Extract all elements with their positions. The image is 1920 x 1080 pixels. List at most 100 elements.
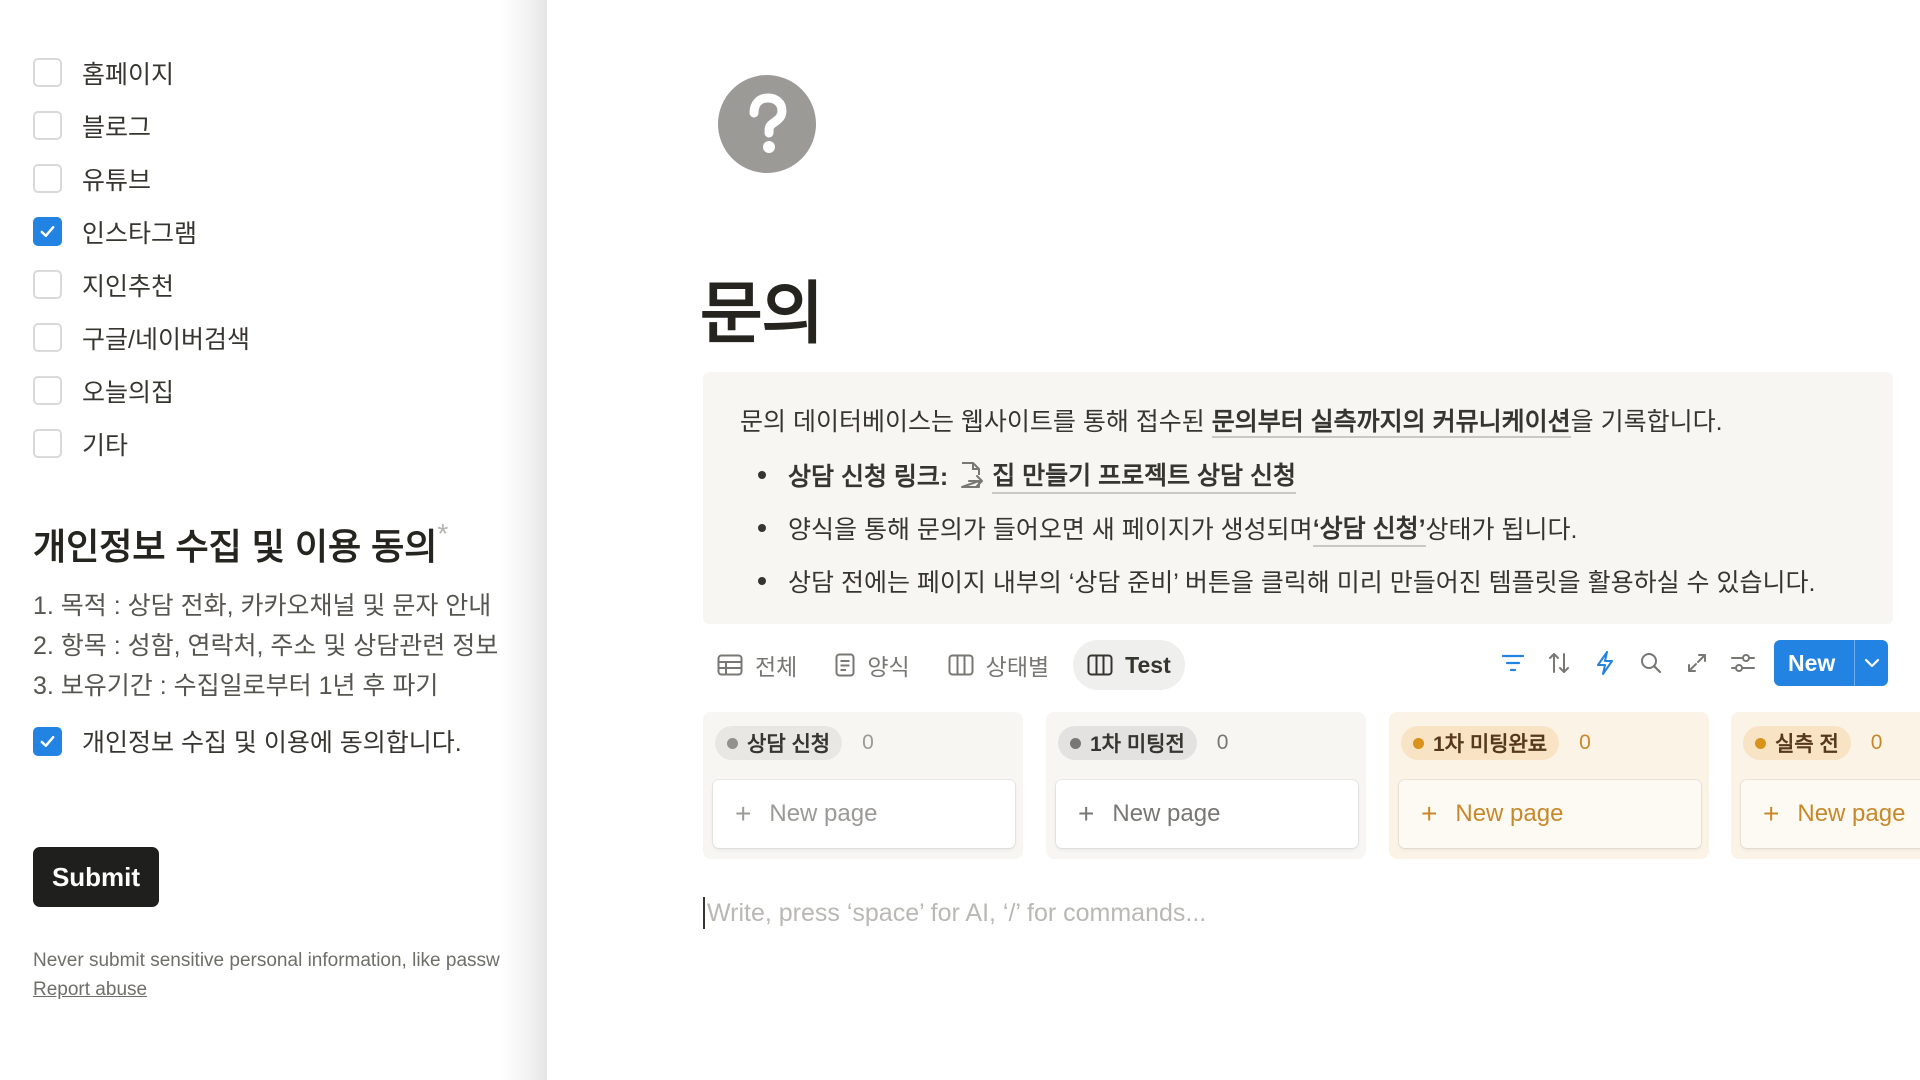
plus-icon: + [1763, 798, 1780, 829]
intro-text: 문의 데이터베이스는 웹사이트를 통해 접수된 [740, 408, 1212, 436]
status-dot [727, 737, 738, 749]
settings-sliders-icon[interactable] [1720, 640, 1766, 686]
agree-option[interactable]: 개인정보 수집 및 이용에 동의합니다. [33, 723, 462, 759]
bullet-text: 양식을 통해 문의가 들어오면 새 페이지가 생성되며 [788, 515, 1313, 544]
checkbox[interactable] [33, 58, 62, 87]
new-page-label: New page [1455, 800, 1564, 827]
checkbox[interactable] [33, 111, 62, 140]
checkbox[interactable] [33, 323, 62, 352]
column-count: 0 [1870, 731, 1883, 754]
tab-test[interactable]: Test [1073, 640, 1185, 690]
tab-by-status[interactable]: 상태별 [934, 640, 1063, 690]
tab-label: Test [1125, 651, 1171, 678]
column-count: 0 [862, 731, 874, 754]
board-column: 상담 신청 0 + New page [703, 712, 1023, 859]
privacy-disclaimer: Never submit sensitive personal informat… [33, 950, 500, 971]
option-instagram[interactable]: 인스타그램 [33, 205, 250, 258]
chevron-down-icon[interactable] [1855, 658, 1888, 668]
option-ohouse[interactable]: 오늘의집 [33, 364, 250, 417]
submit-button[interactable]: Submit [33, 847, 159, 907]
report-abuse-link[interactable]: Report abuse [33, 979, 147, 1001]
checkbox[interactable] [33, 164, 62, 193]
board-column: 실측 전 0 + New page [1731, 712, 1920, 859]
option-label: 지인추천 [82, 272, 175, 301]
board-icon [1087, 654, 1113, 676]
bullet-dot [758, 523, 766, 532]
check-icon [40, 735, 55, 747]
new-page-label: New page [1112, 800, 1221, 827]
option-homepage[interactable]: 홈페이지 [33, 46, 250, 99]
tab-all[interactable]: 전체 [703, 640, 811, 690]
status-label: 실측 전 [1775, 733, 1839, 756]
bullet-label: 상담 신청 링크: [788, 462, 949, 491]
new-page-button[interactable]: + New page [1056, 780, 1358, 848]
option-youtube[interactable]: 유튜브 [33, 152, 250, 205]
status-pill: 실측 전 [1743, 726, 1851, 760]
consent-title-text: 개인정보 수집 및 이용 동의 [33, 526, 438, 567]
bullet-list: 상담 신청 링크: 집 만들기 프로젝트 상담 신청 양식을 통해 문의가 들어… [740, 448, 1815, 607]
bullet-item: 상담 전에는 페이지 내부의 ‘상담 준비’ 버튼을 클릭해 미리 만들어진 템… [740, 554, 1815, 607]
checkbox-checked[interactable] [33, 217, 62, 246]
status-label: 1차 미팅전 [1090, 733, 1185, 756]
new-page-button[interactable]: + New page [1741, 780, 1920, 848]
page-link-icon [958, 461, 984, 489]
callout-block: 문의 데이터베이스는 웹사이트를 통해 접수된 문의부터 실측까지의 커뮤니케이… [703, 372, 1893, 624]
filter-icon[interactable] [1490, 640, 1536, 686]
column-count: 0 [1216, 731, 1229, 754]
question-mark-icon [749, 93, 787, 153]
database-toolbar: New [1490, 640, 1888, 686]
column-count: 0 [1579, 731, 1591, 754]
option-blog[interactable]: 블로그 [33, 99, 250, 152]
automation-bolt-icon[interactable] [1582, 640, 1628, 686]
column-header[interactable]: 1차 미팅완료 0 [1401, 726, 1591, 760]
status-dot [1070, 737, 1081, 749]
status-pill: 상담 신청 [715, 726, 843, 760]
consent-description: 1. 목적 : 상담 전화, 카카오채널 및 문자 안내 2. 항목 : 성함,… [33, 586, 498, 706]
check-icon [40, 225, 55, 238]
plus-icon: + [1421, 798, 1438, 829]
form-panel: 홈페이지 블로그 유튜브 인스타그램 지인추천 구글/네이버검색 오늘의집 기타… [0, 0, 547, 1080]
agree-label: 개인정보 수집 및 이용에 동의합니다. [82, 729, 462, 757]
sort-icon[interactable] [1536, 640, 1582, 686]
editor-placeholder[interactable]: Write, press ‘space’ for AI, ‘/’ for com… [703, 897, 1206, 929]
plus-icon: + [735, 798, 752, 829]
consent-title: 개인정보 수집 및 이용 동의* [33, 518, 448, 570]
bullet-text: 상태가 됩니다. [1425, 515, 1578, 544]
view-tabs: 전체 양식 상태별 Test [703, 640, 1195, 690]
board-column: 1차 미팅완료 0 + New page [1389, 712, 1709, 859]
required-mark: * [437, 518, 449, 549]
new-button[interactable]: New [1774, 640, 1888, 686]
question-circle-icon[interactable] [718, 75, 816, 173]
consent-line: 1. 목적 : 상담 전화, 카카오채널 및 문자 안내 [33, 592, 492, 620]
checkbox[interactable] [33, 376, 62, 405]
board-column: 1차 미팅전 0 + New page [1046, 712, 1366, 859]
new-page-button[interactable]: + New page [713, 780, 1015, 848]
checkbox[interactable] [33, 429, 62, 458]
board-icon [948, 654, 974, 676]
tab-form[interactable]: 양식 [821, 640, 923, 690]
column-header[interactable]: 실측 전 0 [1743, 726, 1882, 760]
form-icon [835, 653, 855, 677]
consultation-link[interactable]: 집 만들기 프로젝트 상담 신청 [992, 456, 1297, 494]
status-pill: 1차 미팅완료 [1401, 726, 1560, 760]
column-header[interactable]: 상담 신청 0 [715, 726, 874, 760]
bullet-dot [758, 576, 766, 585]
column-header[interactable]: 1차 미팅전 0 [1058, 726, 1228, 760]
checkbox[interactable] [33, 270, 62, 299]
intro-highlight: 문의부터 실측까지의 커뮤니케이션 [1211, 408, 1571, 438]
plus-icon: + [1078, 798, 1095, 829]
option-referral[interactable]: 지인추천 [33, 258, 250, 311]
new-page-label: New page [1797, 800, 1906, 827]
agree-checkbox[interactable] [33, 726, 62, 756]
panel-shadow [500, 0, 547, 1080]
option-other[interactable]: 기타 [33, 417, 250, 470]
expand-icon[interactable] [1674, 640, 1720, 686]
new-page-button[interactable]: + New page [1399, 780, 1701, 848]
bullet-dot [758, 470, 766, 479]
search-icon[interactable] [1628, 640, 1674, 686]
consent-line: 3. 보유기간 : 수집일로부터 1년 후 파기 [33, 672, 439, 700]
bullet-text: 상담 전에는 페이지 내부의 ‘상담 준비’ 버튼을 클릭해 미리 만들어진 템… [788, 568, 1816, 597]
page-title[interactable]: 문의 [700, 258, 824, 357]
option-search[interactable]: 구글/네이버검색 [33, 311, 250, 364]
status-dot [1413, 737, 1424, 749]
